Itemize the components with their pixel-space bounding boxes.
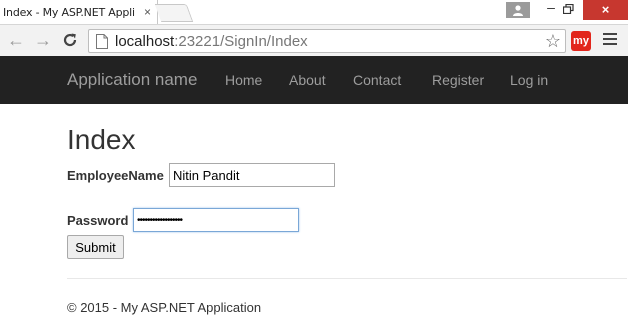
user-profile-button[interactable]	[506, 2, 530, 18]
window-restore-button[interactable]	[563, 4, 574, 14]
url-path: /SignIn/Index	[220, 33, 308, 50]
browser-tab[interactable]: Index - My ASP.NET Appli ×	[0, 0, 158, 24]
page-icon	[96, 34, 108, 49]
browser-titlebar: Index - My ASP.NET Appli × – ×	[0, 0, 628, 24]
nav-link-register[interactable]: Register	[432, 72, 484, 88]
url-host: localhost	[115, 33, 175, 50]
browser-toolbar: ← → localhost:23221/SignIn/Index ☆ my	[0, 24, 628, 56]
site-navbar: Application name Home About Contact Regi…	[0, 56, 628, 104]
back-button[interactable]: ←	[6, 29, 26, 51]
navbar-brand[interactable]: Application name	[67, 70, 197, 90]
reload-button[interactable]	[60, 29, 80, 51]
footer-divider	[67, 278, 627, 279]
employee-name-input[interactable]	[169, 163, 335, 187]
url-port: :23221	[174, 33, 221, 50]
address-bar[interactable]: localhost:23221/SignIn/Index ☆	[88, 29, 566, 53]
extension-my-icon[interactable]: my	[571, 31, 591, 51]
employee-name-label: EmployeeName	[67, 168, 164, 183]
password-label: Password	[67, 213, 129, 228]
footer-text: © 2015 - My ASP.NET Application	[67, 300, 262, 315]
forward-button[interactable]: →	[33, 29, 53, 51]
reload-icon	[63, 33, 77, 47]
browser-menu-icon[interactable]	[603, 33, 617, 47]
address-url: localhost:23221/SignIn/Index	[115, 32, 308, 51]
password-input[interactable]	[133, 208, 299, 232]
nav-link-about[interactable]: About	[289, 72, 326, 88]
submit-button[interactable]: Submit	[67, 235, 124, 259]
nav-link-login[interactable]: Log in	[510, 72, 548, 88]
window-minimize-button[interactable]: –	[540, 0, 562, 20]
tab-close-icon[interactable]: ×	[144, 5, 151, 19]
nav-link-home[interactable]: Home	[225, 72, 262, 88]
bookmark-star-icon[interactable]: ☆	[545, 31, 561, 51]
user-icon	[513, 5, 523, 16]
nav-link-contact[interactable]: Contact	[353, 72, 401, 88]
page-title: Index	[67, 124, 136, 155]
window-close-button[interactable]: ×	[583, 0, 628, 20]
tab-title: Index - My ASP.NET Appli	[3, 5, 135, 19]
new-tab-button[interactable]	[154, 4, 194, 22]
